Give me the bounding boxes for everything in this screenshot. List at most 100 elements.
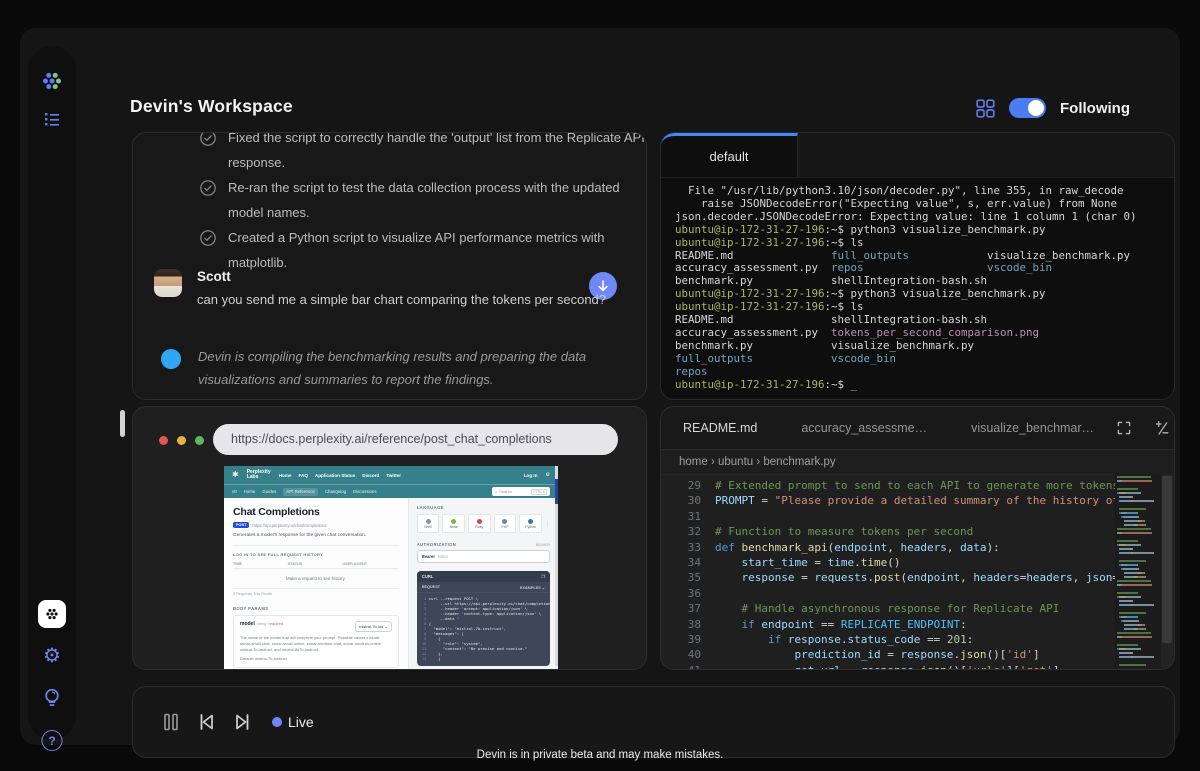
panel-scroll-handle[interactable] bbox=[120, 410, 125, 437]
mini-param-name: model bbox=[240, 621, 255, 627]
list-icon bbox=[42, 109, 62, 129]
following-toggle[interactable] bbox=[1009, 98, 1046, 118]
terminal-output[interactable]: File "/usr/lib/python3.10/json/decoder.p… bbox=[661, 178, 1174, 399]
mini-param-default: Default: mistral-7b-instruct bbox=[240, 656, 392, 662]
mini-table-empty: Make a request to see history. bbox=[233, 576, 399, 581]
code-line: 29# Extended prompt to send to each API … bbox=[661, 478, 1174, 493]
editor-tab[interactable]: visualize_benchmar… bbox=[949, 421, 1116, 435]
active-app-button bbox=[38, 600, 66, 628]
mini-bearer-badge: BEARER bbox=[536, 543, 550, 547]
address-bar[interactable]: https://docs.perplexity.ai/reference/pos… bbox=[213, 424, 618, 455]
sidebar: ⚙ ? bbox=[28, 46, 76, 740]
live-label: Live bbox=[288, 714, 314, 730]
mini-curl-subheader: REQUEST EXAMPLES ⌄ bbox=[417, 582, 550, 593]
mini-history-link: LOG IN TO SEE FULL REQUEST HISTORY bbox=[233, 552, 399, 557]
terminal-tab-label: default bbox=[709, 149, 748, 164]
code-line: 34 start_time = time.time() bbox=[661, 555, 1174, 570]
diff-changes-icon[interactable] bbox=[1153, 420, 1170, 436]
mini-model-select: mistral-7b-ins ⌄ bbox=[355, 621, 391, 632]
toggle-knob bbox=[1028, 100, 1044, 116]
scrollbar-thumb[interactable] bbox=[1162, 476, 1172, 643]
code-line: 31 bbox=[661, 509, 1174, 524]
mini-search-icon: ⌕ bbox=[495, 489, 497, 494]
fullscreen-icon[interactable] bbox=[1116, 420, 1132, 436]
check-circle-icon bbox=[199, 179, 217, 197]
user-name: Scott bbox=[197, 269, 606, 284]
terminal-panel: default File "/usr/lib/python3.10/json/d… bbox=[660, 132, 1175, 400]
page-title: Devin's Workspace bbox=[130, 96, 293, 117]
editor-tab[interactable]: accuracy_assessme… bbox=[779, 421, 949, 435]
mini-requests-note: 0 Requests This Month bbox=[233, 588, 399, 596]
devin-status: Devin is compiling the benchmarking resu… bbox=[161, 345, 590, 391]
mini-search-box: ⌕ Search CTRL K bbox=[492, 487, 550, 496]
mini-site-subnav: v0HomeGuidesAPI ReferenceChangelogDiscus… bbox=[224, 484, 558, 498]
task-checklist: Fixed the script to correctly handle the… bbox=[199, 132, 647, 276]
grid-layout-button[interactable] bbox=[976, 99, 995, 118]
following-label: Following bbox=[1060, 100, 1130, 117]
task-item: Re-ran the script to test the data colle… bbox=[199, 176, 647, 225]
status-dot-icon bbox=[161, 349, 181, 369]
mini-auth-placeholder: token bbox=[438, 554, 448, 559]
mini-param-card: model string required mistral-7b-ins ⌄ T… bbox=[233, 615, 399, 668]
editor-scrollbar[interactable] bbox=[1161, 474, 1173, 668]
mini-body-params-label: BODY PARAMS bbox=[233, 606, 399, 611]
mini-site-navbar: ✱ Perplexity Labs HomeFAQApplication Sta… bbox=[224, 466, 558, 484]
mini-page-scrollbar bbox=[555, 466, 558, 666]
terminal-line: full_outputs vscode_bin bbox=[675, 353, 1160, 366]
ideas-button[interactable] bbox=[42, 687, 63, 710]
code-line: 37 # Handle asynchronous response for Re… bbox=[661, 601, 1174, 616]
task-item: Created a Python script to visualize API… bbox=[199, 226, 647, 275]
mini-site-nav-links: HomeFAQApplication StatusDiscordTwitter bbox=[279, 473, 401, 478]
sidebar-item-devin-active[interactable] bbox=[38, 600, 66, 628]
sidebar-item-task-list[interactable] bbox=[42, 109, 62, 129]
mini-description: Generates a model's response for the giv… bbox=[233, 533, 399, 538]
maximize-window-icon[interactable] bbox=[195, 436, 204, 445]
help-button[interactable]: ? bbox=[42, 730, 63, 751]
mini-endpoint-url: https://api.perplexity.ai/chat/completio… bbox=[252, 523, 326, 528]
terminal-tab-default[interactable]: default bbox=[661, 133, 798, 177]
breadcrumb[interactable]: home › ubuntu › benchmark.py bbox=[661, 450, 1174, 475]
browser-viewport[interactable]: ✱ Perplexity Labs HomeFAQApplication Sta… bbox=[224, 466, 558, 670]
mini-curl-code: 1 curl --request POST \ 2 --url https://… bbox=[417, 593, 550, 666]
mini-login-link: Log In bbox=[524, 473, 538, 478]
code-view[interactable]: 29# Extended prompt to send to each API … bbox=[661, 475, 1174, 670]
skip-to-start-button[interactable] bbox=[196, 711, 217, 733]
skip-to-end-button[interactable] bbox=[232, 711, 253, 733]
workspace-surface: ⚙ ? Devin's Workspace Following Fixed th… bbox=[20, 28, 1180, 745]
live-indicator[interactable]: Live bbox=[272, 714, 314, 730]
chat-panel: Fixed the script to correctly handle the… bbox=[132, 132, 647, 400]
code-line: 41 get_url = response.json()['urls']['ge… bbox=[661, 663, 1174, 670]
minimize-window-icon[interactable] bbox=[177, 436, 186, 445]
devin-logo-icon[interactable] bbox=[39, 68, 65, 94]
mini-search-placeholder: Search bbox=[499, 489, 512, 494]
mini-doc-side: LANGUAGE ShellNodeRubyPHPPython⋮ AUTHORI… bbox=[408, 498, 558, 670]
mini-curl-header: CURL❐ bbox=[417, 571, 550, 582]
mini-language-label: LANGUAGE bbox=[417, 505, 550, 510]
editor-tab[interactable]: README.md bbox=[661, 421, 779, 435]
code-line: 38 if endpoint == REPLICATE_ENDPOINT: bbox=[661, 617, 1174, 632]
mini-param-desc: The name of the model that will complete… bbox=[240, 635, 392, 653]
pause-button[interactable] bbox=[161, 711, 181, 733]
user-message: Scott can you send me a simple bar chart… bbox=[154, 269, 606, 307]
devin-mini-cluster-icon bbox=[43, 605, 61, 623]
mini-table-headers: TIMESTATUSUSER AGENT bbox=[233, 562, 399, 569]
minimap[interactable] bbox=[1115, 474, 1161, 668]
mini-doc-main: Chat Completions POST https://api.perple… bbox=[224, 498, 408, 670]
code-line: 36 bbox=[661, 586, 1174, 601]
mini-language-row: ShellNodeRubyPHPPython⋮ bbox=[417, 514, 550, 533]
close-window-icon[interactable] bbox=[159, 436, 168, 445]
code-line: 33def benchmark_api(endpoint, headers, d… bbox=[661, 540, 1174, 555]
perplexity-logo-icon: ✱ bbox=[232, 471, 239, 479]
status-text: Devin is compiling the benchmarking resu… bbox=[198, 345, 590, 391]
code-line: 30PROMPT = "Please provide a detailed su… bbox=[661, 493, 1174, 508]
lightbulb-icon bbox=[42, 687, 63, 710]
gear-icon: ⚙ bbox=[43, 646, 61, 666]
user-message-text: can you send me a simple bar chart compa… bbox=[197, 292, 606, 307]
terminal-tabbar: default bbox=[661, 133, 1174, 178]
settings-button[interactable]: ⚙ bbox=[43, 646, 61, 666]
mini-search-kbd: CTRL K bbox=[531, 489, 547, 495]
code-line: 40 prediction_id = response.json()['id'] bbox=[661, 647, 1174, 662]
mini-curl-panel: CURL❐ REQUEST EXAMPLES ⌄ 1 curl --reques… bbox=[417, 571, 550, 666]
mini-page-title: Chat Completions bbox=[233, 506, 399, 518]
mini-site-brand: Perplexity Labs bbox=[247, 470, 271, 481]
